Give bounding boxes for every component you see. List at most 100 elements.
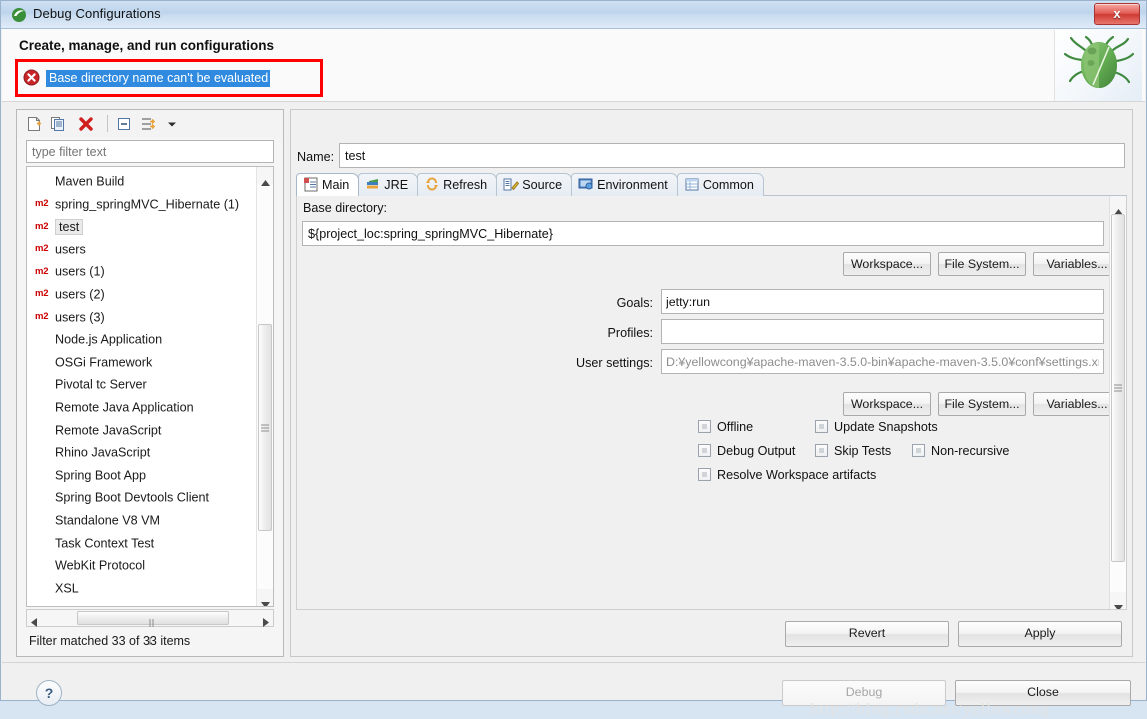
- chevron-left-icon[interactable]: [31, 614, 37, 632]
- base-directory-filesystem-button[interactable]: File System...: [938, 252, 1026, 276]
- configurations-toolbar: [17, 110, 283, 138]
- filter-input[interactable]: [26, 140, 274, 163]
- close-icon: x: [1113, 6, 1121, 21]
- configuration-list-item-label: Spring Boot Devtools Client: [55, 490, 210, 505]
- tree-scroll-down-button[interactable]: [257, 589, 273, 606]
- filter-configurations-icon[interactable]: [139, 115, 157, 133]
- configurations-tree-list: Maven Build m2 spring_springMVC_Hibernate …: [27, 167, 256, 606]
- profiles-input[interactable]: [661, 319, 1104, 344]
- configuration-list-item[interactable]: m2 test: [27, 215, 256, 238]
- skip-tests-checkbox-row[interactable]: Skip Tests: [815, 444, 891, 458]
- user-settings-variables-button[interactable]: Variables...: [1033, 392, 1121, 416]
- configuration-list-item[interactable]: Node.js Application: [27, 328, 256, 351]
- configuration-list-item[interactable]: Task Context Test: [27, 532, 256, 555]
- maven-m2-icon: m2: [35, 288, 49, 300]
- footer-separator: [2, 662, 1145, 663]
- tree-scroll-up-button[interactable]: [257, 167, 273, 186]
- tab-source[interactable]: Source: [496, 173, 573, 196]
- help-button[interactable]: ?: [36, 680, 62, 706]
- configuration-list-item-label: test: [55, 218, 84, 235]
- configuration-list-item[interactable]: OSGi Framework: [27, 351, 256, 374]
- editor-tabs: Main JRE Refresh Source Environment Common: [296, 173, 1127, 196]
- tab-refresh[interactable]: Refresh: [417, 173, 498, 196]
- chevron-down-icon: [1114, 598, 1123, 609]
- tab-main[interactable]: Main: [296, 173, 360, 196]
- content-vertical-scrollbar[interactable]: [1109, 196, 1126, 609]
- configuration-list-item-label: OSGi Framework: [55, 355, 153, 370]
- content-scroll-thumb[interactable]: [1111, 214, 1125, 562]
- debug-output-label: Debug Output: [717, 444, 796, 458]
- user-settings-input[interactable]: [661, 349, 1104, 374]
- configuration-list-item-label: Pivotal tc Server: [55, 377, 147, 392]
- base-directory-variables-button[interactable]: Variables...: [1033, 252, 1121, 276]
- resolve-workspace-artifacts-checkbox[interactable]: [698, 468, 711, 481]
- debug-output-checkbox-row[interactable]: Debug Output: [698, 444, 795, 458]
- window-close-button[interactable]: x: [1094, 3, 1140, 25]
- configuration-name-input[interactable]: [339, 143, 1125, 168]
- configuration-list-item[interactable]: WebKit Protocol: [27, 554, 256, 577]
- resolve-workspace-artifacts-checkbox-row[interactable]: Resolve Workspace artifacts: [698, 468, 876, 482]
- configuration-list-item-label: users (3): [55, 309, 105, 324]
- configurations-tree[interactable]: Maven Build m2 spring_springMVC_Hibernate …: [26, 166, 274, 607]
- configuration-list-item[interactable]: m2 users (2): [27, 283, 256, 306]
- configuration-list-item[interactable]: m2 users (3): [27, 306, 256, 329]
- configuration-list-item[interactable]: Spring Boot App: [27, 464, 256, 487]
- configuration-list-item[interactable]: Pivotal tc Server: [27, 373, 256, 396]
- delete-configuration-icon[interactable]: [77, 115, 95, 133]
- tab-environment[interactable]: Environment: [571, 173, 678, 196]
- configurations-panel: Maven Build m2 spring_springMVC_Hibernate …: [16, 109, 284, 657]
- scroll-thumb-grip-icon: [1114, 384, 1122, 392]
- chevron-up-icon: [261, 173, 270, 191]
- offline-checkbox[interactable]: [698, 420, 711, 433]
- eclipse-icon: [11, 7, 27, 23]
- update-snapshots-checkbox[interactable]: [815, 420, 828, 433]
- new-launch-configuration-icon[interactable]: [25, 115, 43, 133]
- offline-checkbox-row[interactable]: Offline: [698, 420, 753, 434]
- user-settings-workspace-button[interactable]: Workspace...: [843, 392, 931, 416]
- content-scroll-down-button[interactable]: [1110, 592, 1126, 609]
- close-dialog-button[interactable]: Close: [955, 680, 1131, 706]
- configuration-list-item[interactable]: Remote JavaScript: [27, 419, 256, 442]
- tab-label: Refresh: [443, 178, 488, 192]
- tab-common[interactable]: Common: [676, 173, 764, 196]
- tree-horizontal-scrollbar[interactable]: [26, 609, 274, 645]
- page-title: Create, manage, and run configurations: [19, 38, 275, 53]
- tree-hscroll-thumb[interactable]: [77, 611, 229, 645]
- non-recursive-checkbox-row[interactable]: Non-recursive: [912, 444, 1009, 458]
- tab-jre[interactable]: JRE: [358, 173, 419, 196]
- configuration-list-item[interactable]: Spring Boot Devtools Client: [27, 486, 256, 509]
- offline-label: Offline: [717, 420, 754, 434]
- configuration-list-item[interactable]: m2 users (1): [27, 260, 256, 283]
- configuration-list-item-label: XSL: [55, 581, 79, 596]
- configuration-list-item[interactable]: Standalone V8 VM: [27, 509, 256, 532]
- configuration-list-item[interactable]: m2 spring_springMVC_Hibernate (1): [27, 193, 256, 216]
- content-scroll-up-button[interactable]: [1110, 196, 1126, 215]
- configuration-list-item[interactable]: XSL: [27, 577, 256, 600]
- user-settings-label: User settings:: [576, 356, 653, 370]
- tree-scroll-thumb[interactable]: [258, 324, 272, 531]
- configuration-list-item[interactable]: Maven Build: [27, 170, 256, 193]
- view-menu-chevron-down-icon[interactable]: [163, 115, 181, 133]
- skip-tests-checkbox[interactable]: [815, 444, 828, 457]
- debug-output-checkbox[interactable]: [698, 444, 711, 457]
- user-settings-filesystem-button[interactable]: File System...: [938, 392, 1026, 416]
- collapse-all-icon[interactable]: [115, 115, 133, 133]
- window-title: Debug Configurations: [33, 6, 161, 21]
- tree-vertical-scrollbar[interactable]: [256, 167, 273, 606]
- non-recursive-checkbox[interactable]: [912, 444, 925, 457]
- configuration-list-item-label: Node.js Application: [55, 332, 163, 347]
- filter-status-text: Filter matched 33 of 33 items: [29, 634, 191, 648]
- configuration-list-item[interactable]: Rhino JavaScript: [27, 441, 256, 464]
- goals-input[interactable]: [661, 289, 1104, 314]
- configuration-list-item[interactable]: Remote Java Application: [27, 396, 256, 419]
- environment-tab-icon: [578, 177, 594, 192]
- apply-button[interactable]: Apply: [958, 621, 1122, 647]
- duplicate-configuration-icon[interactable]: [49, 115, 67, 133]
- base-directory-input[interactable]: [302, 221, 1104, 246]
- chevron-right-icon[interactable]: [263, 614, 269, 632]
- configuration-list-item[interactable]: m2 users: [27, 238, 256, 261]
- update-snapshots-checkbox-row[interactable]: Update Snapshots: [815, 420, 938, 434]
- revert-button[interactable]: Revert: [785, 621, 949, 647]
- base-directory-workspace-button[interactable]: Workspace...: [843, 252, 931, 276]
- resolve-workspace-artifacts-label: Resolve Workspace artifacts: [717, 468, 877, 482]
